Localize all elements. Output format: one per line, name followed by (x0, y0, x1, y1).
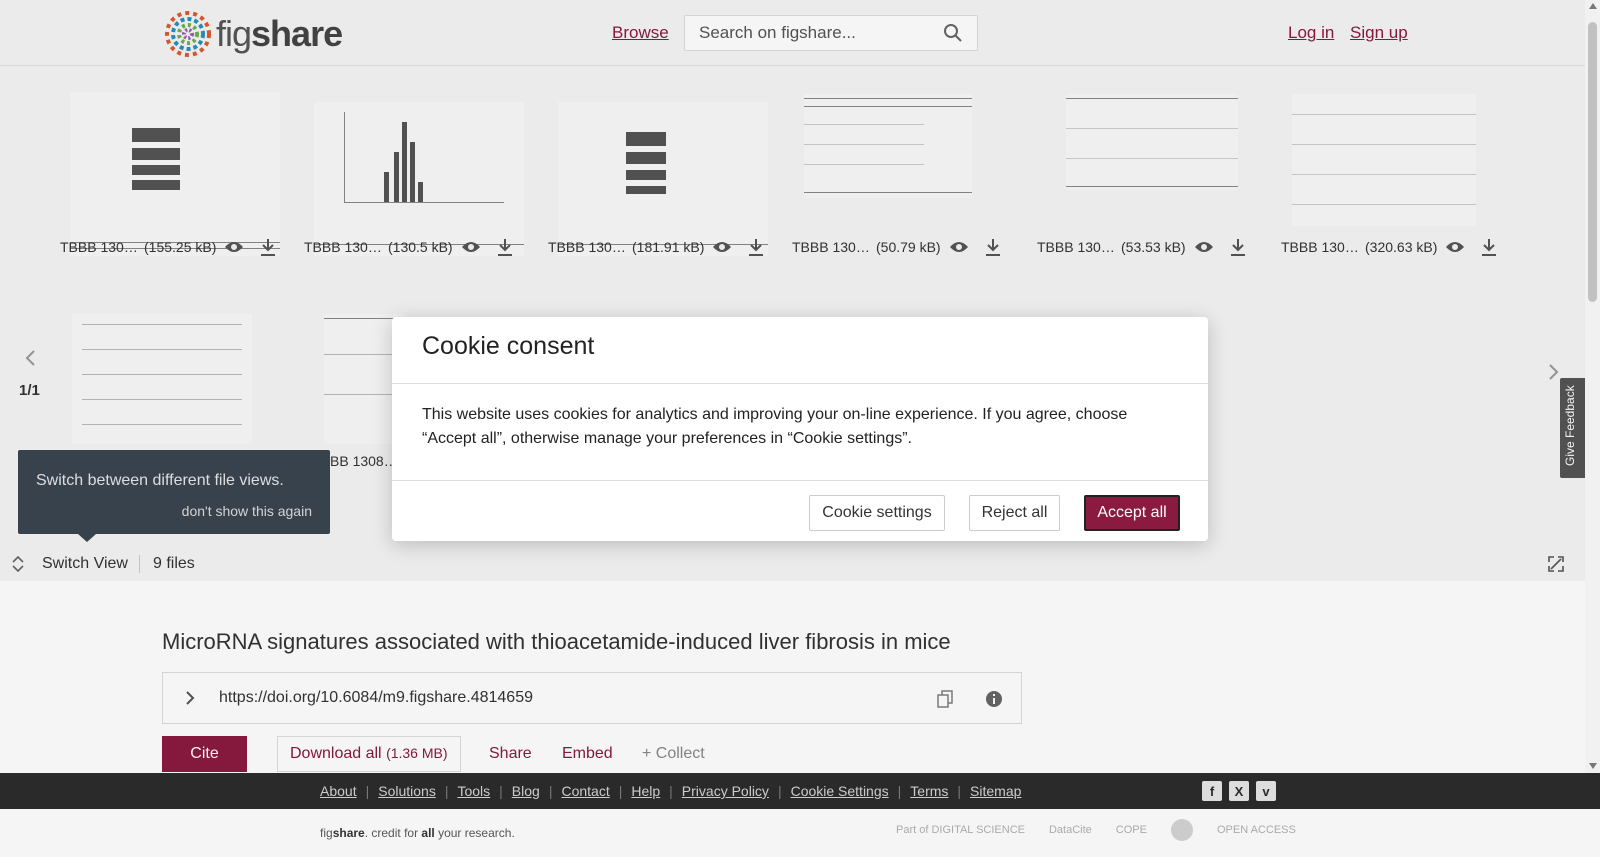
reject-all-button[interactable]: Reject all (969, 495, 1060, 531)
footer-link-contact[interactable]: Contact (561, 783, 609, 799)
cookie-consent-dialog: Cookie consent This website uses cookies… (392, 317, 1208, 541)
datacite-logo[interactable]: DataCite (1049, 824, 1092, 836)
digital-science-logo[interactable]: Part of DIGITAL SCIENCE (896, 824, 1025, 836)
footer-link-help[interactable]: Help (631, 783, 660, 799)
dialog-footer: Cookie settings Reject all Accept all (392, 480, 1208, 541)
scroll-up-icon[interactable] (1589, 3, 1597, 9)
accept-all-button[interactable]: Accept all (1084, 495, 1180, 531)
footer-link-blog[interactable]: Blog (512, 783, 540, 799)
footer-link-about[interactable]: About (320, 783, 357, 799)
cookie-settings-button[interactable]: Cookie settings (809, 495, 945, 531)
x-twitter-icon[interactable]: X (1229, 781, 1249, 801)
dialog-title: Cookie consent (422, 332, 595, 360)
dialog-body: This website uses cookies for analytics … (422, 406, 1128, 447)
footer-links: About | Solutions | Tools | Blog | Contact | … (320, 783, 1022, 799)
seal-icon[interactable] (1170, 819, 1193, 841)
footer-nav: About | Solutions | Tools | Blog | Contact | … (0, 773, 1600, 809)
cope-logo[interactable]: COPE (1116, 824, 1147, 836)
scroll-down-icon[interactable] (1589, 763, 1597, 769)
footer-link-terms[interactable]: Terms (910, 783, 948, 799)
social-links: f X v (1202, 781, 1276, 801)
dialog-header: Cookie consent (392, 317, 1208, 384)
scrollbar-thumb[interactable] (1588, 22, 1597, 302)
facebook-icon[interactable]: f (1202, 781, 1222, 801)
footer-link-solutions[interactable]: Solutions (378, 783, 436, 799)
footer-link-cookie-settings[interactable]: Cookie Settings (791, 783, 889, 799)
footer-link-tools[interactable]: Tools (457, 783, 490, 799)
footer-link-sitemap[interactable]: Sitemap (970, 783, 1021, 799)
partner-logos: Part of DIGITAL SCIENCE DataCite COPE OP… (896, 819, 1296, 841)
open-access-logo[interactable]: OPEN ACCESS (1217, 824, 1296, 836)
page-scrollbar[interactable] (1585, 0, 1600, 773)
footer-link-privacy[interactable]: Privacy Policy (682, 783, 769, 799)
footer-bottom: figshare. credit for all your research. … (0, 809, 1600, 857)
footer-tagline: figshare. credit for all your research. (320, 826, 515, 840)
vimeo-icon[interactable]: v (1256, 781, 1276, 801)
